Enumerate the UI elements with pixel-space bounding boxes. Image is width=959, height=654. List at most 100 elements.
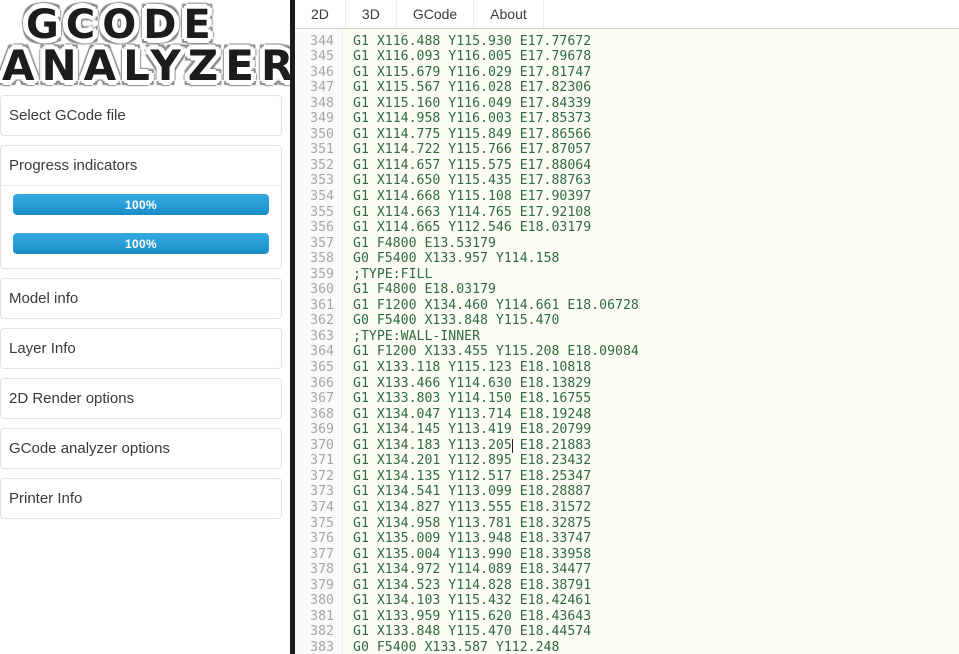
gcode-line-text[interactable]: G1 X114.668 Y115.108 E17.90397 (343, 189, 959, 205)
gcode-line-text[interactable]: G1 X133.959 Y115.620 E18.43643 (343, 608, 959, 625)
gcode-line-text[interactable]: G1 X115.679 Y116.029 E17.81747 (343, 64, 959, 81)
gcode-line-row[interactable]: 357 G1 F4800 E13.53179 (295, 235, 959, 252)
gcode-line-text[interactable]: G1 X115.567 Y116.028 E17.82306 (343, 80, 959, 96)
gcode-line-row[interactable]: 370 G1 X134.183 Y113.205 E18.21883 (295, 437, 959, 454)
gcode-line-text[interactable]: G1 X133.466 Y114.630 E18.13829 (343, 375, 959, 392)
gcode-line-text[interactable]: G1 X134.972 Y114.089 E18.34477 (343, 562, 959, 578)
gcode-line-row[interactable]: 383 G0 F5400 X133.587 Y112.248 (295, 639, 959, 654)
gcode-line-text[interactable]: ;TYPE:FILL (343, 266, 959, 283)
gcode-line-row[interactable]: 371 G1 X134.201 Y112.895 E18.23432 (295, 453, 959, 469)
gcode-line-text[interactable]: G1 X134.145 Y113.419 E18.20799 (343, 422, 959, 438)
panel-printer-info[interactable]: Printer Info (0, 478, 282, 519)
gcode-line-row[interactable]: 347 G1 X115.567 Y116.028 E17.82306 (295, 80, 959, 96)
gcode-line-text[interactable]: G1 X114.650 Y115.435 E17.88763 (343, 173, 959, 190)
gcode-line-row[interactable]: 366 G1 X133.466 Y114.630 E18.13829 (295, 375, 959, 392)
gcode-line-text[interactable]: G0 F5400 X133.848 Y115.470 (343, 313, 959, 329)
gcode-line-row[interactable]: 363 ;TYPE:WALL-INNER (295, 328, 959, 345)
gcode-line-text[interactable]: G1 X134.523 Y114.828 E18.38791 (343, 577, 959, 594)
gcode-line-row[interactable]: 376 G1 X135.009 Y113.948 E18.33747 (295, 531, 959, 547)
gcode-line-text[interactable]: G1 F1200 X134.460 Y114.661 E18.06728 (343, 297, 959, 314)
gcode-line-text[interactable]: G1 X115.160 Y116.049 E17.84339 (343, 95, 959, 112)
gcode-line-text[interactable]: G1 X133.803 Y114.150 E18.16755 (343, 391, 959, 407)
gcode-line-row[interactable]: 373 G1 X134.541 Y113.099 E18.28887 (295, 484, 959, 500)
gcode-line-text[interactable]: G1 X116.093 Y116.005 E17.79678 (343, 49, 959, 65)
gcode-line-row[interactable]: 382 G1 X133.848 Y115.470 E18.44574 (295, 624, 959, 640)
gcode-line-text[interactable]: G0 F5400 X133.957 Y114.158 (343, 251, 959, 267)
gcode-line-text[interactable]: G1 X135.004 Y113.990 E18.33958 (343, 546, 959, 563)
gcode-line-row[interactable]: 369 G1 X134.145 Y113.419 E18.20799 (295, 422, 959, 438)
gcode-editor-scroll-area[interactable]: 343G1 X116.867 Y115.783 E17.75920344G1 X… (295, 29, 959, 654)
gcode-line-text[interactable]: G1 X134.201 Y112.895 E18.23432 (343, 453, 959, 469)
gcode-line-row[interactable]: 348 G1 X115.160 Y116.049 E17.84339 (295, 95, 959, 112)
gcode-line-number: 365 (295, 360, 343, 376)
gcode-line-row[interactable]: 364 G1 F1200 X133.455 Y115.208 E18.09084 (295, 344, 959, 361)
gcode-line-text[interactable]: G1 X133.118 Y115.123 E18.10818 (343, 360, 959, 376)
app-root: GCODE ANALYZER Select GCode file Progres… (0, 0, 959, 654)
gcode-line-row[interactable]: 362 G0 F5400 X133.848 Y115.470 (295, 313, 959, 329)
gcode-line-row[interactable]: 367 G1 X133.803 Y114.150 E18.16755 (295, 391, 959, 407)
gcode-line-text[interactable]: G1 X114.665 Y112.546 E18.03179 (343, 220, 959, 236)
tab-gcode[interactable]: GCode (396, 0, 475, 28)
gcode-line-row[interactable]: 354 G1 X114.668 Y115.108 E17.90397 (295, 189, 959, 205)
gcode-line-row[interactable]: 344 G1 X116.488 Y115.930 E17.77672 (295, 33, 959, 50)
panel-progress-indicators[interactable]: Progress indicators 100% 100% (0, 145, 282, 269)
gcode-line-row[interactable]: 352 G1 X114.657 Y115.575 E17.88064 (295, 157, 959, 174)
panel-2d-render-options[interactable]: 2D Render options (0, 378, 282, 419)
gcode-line-row[interactable]: 356 G1 X114.665 Y112.546 E18.03179 (295, 220, 959, 236)
gcode-line-row[interactable]: 360 G1 F4800 E18.03179 (295, 282, 959, 298)
progress-bar-1: 100% (13, 194, 269, 215)
gcode-line-number: 373 (295, 484, 343, 500)
panel-model-info[interactable]: Model info (0, 278, 282, 319)
gcode-line-text[interactable]: ;TYPE:WALL-INNER (343, 328, 959, 345)
panel-select-gcode-file[interactable]: Select GCode file (0, 95, 282, 136)
tab-2d[interactable]: 2D (295, 0, 346, 28)
gcode-line-text[interactable]: G1 X134.135 Y112.517 E18.25347 (343, 468, 959, 485)
gcode-line-row[interactable]: 361 G1 F1200 X134.460 Y114.661 E18.06728 (295, 297, 959, 314)
gcode-line-text[interactable]: G1 X134.103 Y115.432 E18.42461 (343, 593, 959, 609)
gcode-line-text[interactable]: G1 X134.183 Y113.205 E18.21883 (343, 437, 959, 454)
gcode-line-text[interactable]: G1 X116.488 Y115.930 E17.77672 (343, 33, 959, 50)
gcode-line-text[interactable]: G1 X134.827 Y113.555 E18.31572 (343, 499, 959, 516)
panel-gcode-analyzer-options[interactable]: GCode analyzer options (0, 428, 282, 469)
gcode-line-text[interactable]: G1 X133.848 Y115.470 E18.44574 (343, 624, 959, 640)
gcode-line-row[interactable]: 346 G1 X115.679 Y116.029 E17.81747 (295, 64, 959, 81)
gcode-line-text[interactable]: G1 X134.047 Y113.714 E18.19248 (343, 406, 959, 423)
gcode-line-text[interactable]: G1 F1200 X133.455 Y115.208 E18.09084 (343, 344, 959, 361)
gcode-line-text[interactable]: G1 X134.958 Y113.781 E18.32875 (343, 515, 959, 532)
app-logo: GCODE ANALYZER (0, 0, 290, 95)
gcode-line-row[interactable]: 358 G0 F5400 X133.957 Y114.158 (295, 251, 959, 267)
panel-title-layer-info: Layer Info (9, 340, 76, 357)
gcode-line-row[interactable]: 379 G1 X134.523 Y114.828 E18.38791 (295, 577, 959, 594)
gcode-line-text[interactable]: G1 X114.663 Y114.765 E17.92108 (343, 204, 959, 221)
gcode-line-row[interactable]: 359 ;TYPE:FILL (295, 266, 959, 283)
gcode-line-row[interactable]: 375 G1 X134.958 Y113.781 E18.32875 (295, 515, 959, 532)
gcode-line-text[interactable]: G1 X134.541 Y113.099 E18.28887 (343, 484, 959, 500)
gcode-line-text[interactable]: G1 F4800 E13.53179 (343, 235, 959, 252)
gcode-line-row[interactable]: 365 G1 X133.118 Y115.123 E18.10818 (295, 360, 959, 376)
gcode-line-row[interactable]: 374 G1 X134.827 Y113.555 E18.31572 (295, 499, 959, 516)
gcode-line-row[interactable]: 353 G1 X114.650 Y115.435 E17.88763 (295, 173, 959, 190)
gcode-line-row[interactable]: 368 G1 X134.047 Y113.714 E18.19248 (295, 406, 959, 423)
gcode-line-row[interactable]: 372 G1 X134.135 Y112.517 E18.25347 (295, 468, 959, 485)
panel-layer-info[interactable]: Layer Info (0, 328, 282, 369)
gcode-line-row[interactable]: 349 G1 X114.958 Y116.003 E17.85373 (295, 111, 959, 127)
gcode-line-text[interactable]: G1 X114.722 Y115.766 E17.87057 (343, 142, 959, 158)
tab-about[interactable]: About (474, 0, 544, 28)
panel-title-2d-render-options: 2D Render options (9, 390, 135, 407)
tab-3d[interactable]: 3D (346, 0, 397, 28)
gcode-line-row[interactable]: 381 G1 X133.959 Y115.620 E18.43643 (295, 608, 959, 625)
gcode-line-row[interactable]: 345 G1 X116.093 Y116.005 E17.79678 (295, 49, 959, 65)
gcode-line-text[interactable]: G1 X114.657 Y115.575 E17.88064 (343, 157, 959, 174)
gcode-line-row[interactable]: 351 G1 X114.722 Y115.766 E17.87057 (295, 142, 959, 158)
gcode-line-row[interactable]: 377 G1 X135.004 Y113.990 E18.33958 (295, 546, 959, 563)
gcode-line-text[interactable]: G1 F4800 E18.03179 (343, 282, 959, 298)
gcode-line-text[interactable]: G1 X114.958 Y116.003 E17.85373 (343, 111, 959, 127)
gcode-line-text[interactable]: G0 F5400 X133.587 Y112.248 (343, 639, 959, 654)
gcode-line-text[interactable]: G1 X114.775 Y115.849 E17.86566 (343, 126, 959, 143)
gcode-editor[interactable]: 343G1 X116.867 Y115.783 E17.75920344G1 X… (295, 29, 959, 654)
gcode-line-text[interactable]: G1 X135.009 Y113.948 E18.33747 (343, 531, 959, 547)
gcode-line-row[interactable]: 355 G1 X114.663 Y114.765 E17.92108 (295, 204, 959, 221)
gcode-line-row[interactable]: 350 G1 X114.775 Y115.849 E17.86566 (295, 126, 959, 143)
gcode-line-row[interactable]: 380 G1 X134.103 Y115.432 E18.42461 (295, 593, 959, 609)
gcode-line-row[interactable]: 378 G1 X134.972 Y114.089 E18.34477 (295, 562, 959, 578)
